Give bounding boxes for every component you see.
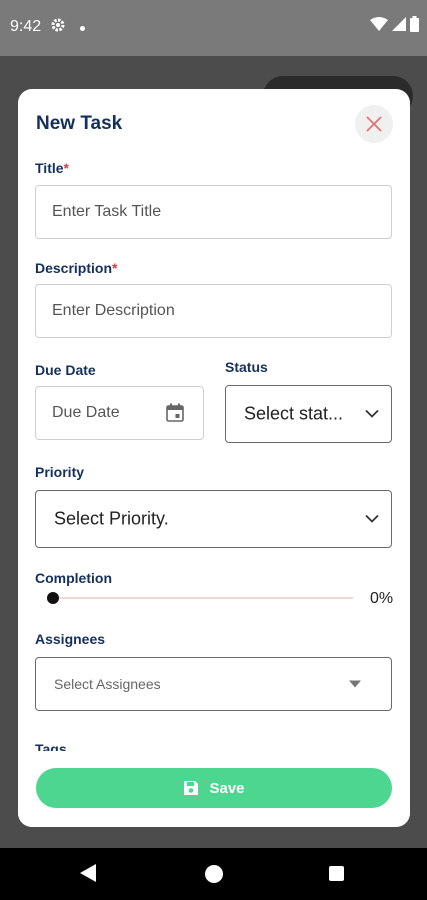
chevron-down-icon: [365, 409, 379, 418]
status-bar: 9:42: [0, 0, 427, 56]
completion-label: Completion: [35, 570, 112, 586]
navigation-bar: [0, 848, 427, 900]
notification-dot-icon: [80, 26, 85, 31]
wifi-icon: [370, 17, 388, 31]
assignees-label: Assignees: [35, 631, 106, 647]
due-date-label: Due Date: [35, 362, 96, 378]
required-mark: *: [112, 260, 118, 276]
title-input[interactable]: Enter Task Title: [35, 185, 392, 239]
save-icon: [184, 781, 199, 795]
battery-icon: [410, 16, 419, 32]
completion-slider-thumb[interactable]: [47, 592, 59, 604]
status-select[interactable]: Select stat...: [225, 385, 392, 443]
completion-percent: 0%: [370, 590, 394, 607]
close-icon: [366, 116, 382, 132]
title-label-text: Title: [35, 160, 64, 176]
description-label: Description*: [35, 260, 117, 276]
assignees-placeholder: Select Assignees: [54, 676, 161, 692]
dropdown-arrow-icon: [349, 680, 361, 688]
settings-gear-icon: [50, 17, 66, 38]
status-value: Select stat...: [244, 403, 344, 424]
required-mark: *: [63, 160, 69, 176]
new-task-dialog: New Task Title* Enter Task Title Descrip…: [18, 89, 410, 827]
description-placeholder: Enter Description: [52, 302, 175, 319]
priority-value: Select Priority.: [54, 508, 169, 529]
description-input[interactable]: Enter Description: [35, 284, 392, 338]
back-icon[interactable]: [80, 864, 96, 882]
status-time: 9:42: [10, 18, 42, 35]
completion-slider-track[interactable]: [53, 597, 353, 599]
priority-select[interactable]: Select Priority.: [35, 490, 392, 548]
calendar-icon[interactable]: [165, 403, 185, 423]
dialog-title: New Task: [36, 113, 123, 134]
due-date-placeholder: Due Date: [52, 404, 120, 421]
assignees-select[interactable]: Select Assignees: [35, 657, 392, 711]
save-button[interactable]: Save: [36, 768, 392, 808]
title-label: Title*: [35, 160, 69, 176]
due-date-input[interactable]: Due Date: [35, 386, 204, 440]
title-placeholder: Enter Task Title: [52, 203, 162, 220]
close-button[interactable]: [355, 105, 393, 143]
save-label: Save: [209, 779, 245, 797]
priority-label: Priority: [35, 464, 85, 480]
chevron-down-icon: [365, 514, 379, 523]
recents-icon[interactable]: [329, 866, 344, 881]
status-label: Status: [225, 359, 268, 375]
description-label-text: Description: [35, 260, 113, 276]
tags-label: Tags: [35, 741, 67, 751]
status-icons: [370, 16, 419, 32]
signal-icon: [392, 17, 406, 31]
home-icon[interactable]: [205, 865, 223, 883]
